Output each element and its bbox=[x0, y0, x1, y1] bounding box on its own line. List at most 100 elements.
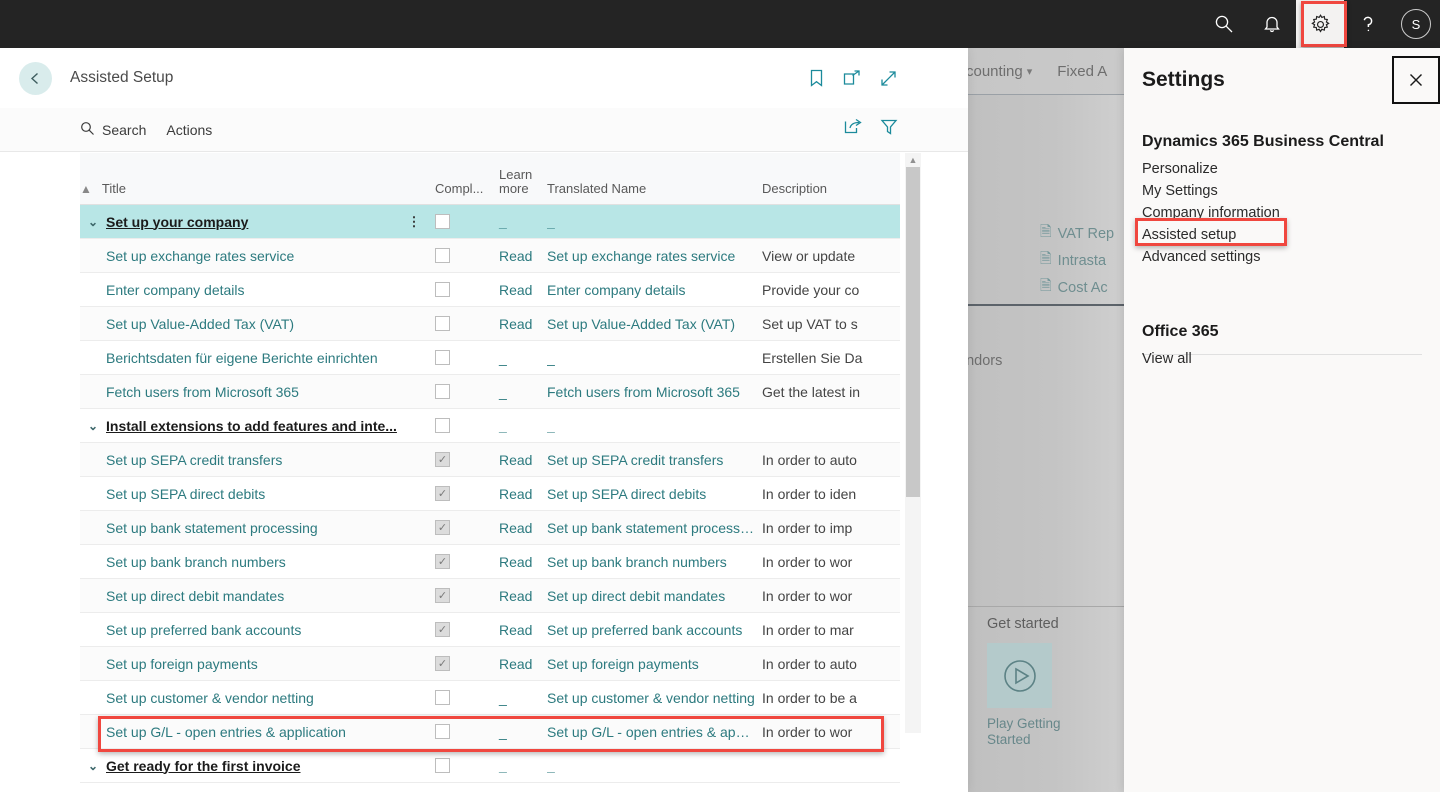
scrollbar-thumb[interactable] bbox=[906, 167, 920, 497]
row-title-link[interactable]: Set up bank branch numbers bbox=[106, 554, 286, 570]
checkbox-unchecked[interactable] bbox=[435, 724, 450, 739]
table-row[interactable]: ⌄Set up your company⋮__ bbox=[80, 205, 900, 239]
chevron-down-icon[interactable]: ⌄ bbox=[80, 759, 106, 773]
cell-learn-more[interactable]: Read bbox=[499, 622, 547, 638]
cell-completed bbox=[435, 350, 499, 365]
expand-icon[interactable] bbox=[877, 67, 899, 89]
settings-item-company-information[interactable]: Company information bbox=[1142, 202, 1384, 224]
checkbox-checked[interactable]: ✓ bbox=[435, 588, 450, 603]
cell-completed bbox=[435, 418, 499, 433]
cell-learn-more[interactable]: Read bbox=[499, 282, 547, 298]
row-title-link[interactable]: Set up your company bbox=[106, 214, 248, 230]
settings-item-personalize[interactable]: Personalize bbox=[1142, 158, 1384, 180]
settings-section-office365: Office 365 View all bbox=[1142, 323, 1218, 370]
cell-learn-more[interactable]: Read bbox=[499, 248, 547, 264]
table-row[interactable]: Set up customer & vendor netting_Set up … bbox=[80, 681, 900, 715]
table-row[interactable]: Set up Value-Added Tax (VAT)ReadSet up V… bbox=[80, 307, 900, 341]
checkbox-unchecked[interactable] bbox=[435, 282, 450, 297]
row-title-link[interactable]: Install extensions to add features and i… bbox=[106, 418, 397, 434]
cell-learn-more[interactable]: Read bbox=[499, 554, 547, 570]
checkbox-checked[interactable]: ✓ bbox=[435, 520, 450, 535]
row-title-link[interactable]: Set up preferred bank accounts bbox=[106, 622, 301, 638]
checkbox-checked[interactable]: ✓ bbox=[435, 486, 450, 501]
chevron-down-icon[interactable]: ⌄ bbox=[80, 419, 106, 433]
column-header-completed[interactable]: Compl... bbox=[435, 181, 499, 204]
row-context-menu-icon[interactable]: ⋮ bbox=[405, 219, 423, 225]
row-title-link[interactable]: Set up SEPA credit transfers bbox=[106, 452, 282, 468]
row-title-link[interactable]: Set up SEPA direct debits bbox=[106, 486, 265, 502]
search-icon[interactable] bbox=[1200, 0, 1248, 48]
help-question-icon[interactable] bbox=[1344, 0, 1392, 48]
table-row[interactable]: ⌄Get ready for the first invoice__ bbox=[80, 749, 900, 783]
table-row[interactable]: Set up bank branch numbers✓ReadSet up ba… bbox=[80, 545, 900, 579]
table-row[interactable]: Set up foreign payments✓ReadSet up forei… bbox=[80, 647, 900, 681]
ascending-caret-icon[interactable]: ▲ bbox=[80, 183, 92, 196]
column-header-description[interactable]: Description bbox=[762, 181, 900, 204]
column-header-title[interactable]: ▲ Title bbox=[80, 181, 435, 204]
row-title-link[interactable]: Set up direct debit mandates bbox=[106, 588, 284, 604]
chevron-down-icon[interactable]: ⌄ bbox=[80, 215, 106, 229]
table-row[interactable]: ⌄Install extensions to add features and … bbox=[80, 409, 900, 443]
back-arrow-icon[interactable] bbox=[19, 62, 52, 95]
table-row[interactable]: Set up G/L - open entries & application_… bbox=[80, 715, 900, 749]
bookmark-icon[interactable] bbox=[805, 67, 827, 89]
cell-learn-more[interactable]: Read bbox=[499, 656, 547, 672]
gear-icon[interactable] bbox=[1296, 0, 1344, 48]
row-title-link[interactable]: Set up bank statement processing bbox=[106, 520, 318, 536]
row-title-link[interactable]: Enter company details bbox=[106, 282, 245, 298]
table-row[interactable]: Enter company detailsReadEnter company d… bbox=[80, 273, 900, 307]
table-row[interactable]: Set up SEPA credit transfers✓ReadSet up … bbox=[80, 443, 900, 477]
play-getting-started-link[interactable]: Play Getting Started bbox=[987, 716, 1067, 748]
row-title-link[interactable]: Set up exchange rates service bbox=[106, 248, 294, 264]
page-title: Assisted Setup bbox=[70, 69, 173, 87]
cell-learn-more[interactable]: Read bbox=[499, 588, 547, 604]
checkbox-unchecked[interactable] bbox=[435, 384, 450, 399]
table-row[interactable]: Set up bank statement processing✓ReadSet… bbox=[80, 511, 900, 545]
checkbox-unchecked[interactable] bbox=[435, 690, 450, 705]
row-title-link[interactable]: Set up customer & vendor netting bbox=[106, 690, 314, 706]
table-vertical-scrollbar[interactable]: ▲ bbox=[905, 153, 921, 733]
open-in-new-window-icon[interactable] bbox=[841, 67, 863, 89]
table-row[interactable]: Berichtsdaten für eigene Berichte einric… bbox=[80, 341, 900, 375]
checkbox-unchecked[interactable] bbox=[435, 758, 450, 773]
checkbox-unchecked[interactable] bbox=[435, 316, 450, 331]
checkbox-checked[interactable]: ✓ bbox=[435, 452, 450, 467]
close-icon[interactable] bbox=[1392, 56, 1440, 104]
search-button[interactable]: Search bbox=[80, 121, 146, 139]
column-header-learn-more[interactable]: Learn more bbox=[499, 168, 547, 204]
table-row[interactable]: Set up exchange rates serviceReadSet up … bbox=[80, 239, 900, 273]
filter-funnel-icon[interactable] bbox=[880, 118, 898, 141]
column-header-translated-name[interactable]: Translated Name bbox=[547, 181, 762, 204]
row-title-link[interactable]: Get ready for the first invoice bbox=[106, 758, 301, 774]
notification-bell-icon[interactable] bbox=[1248, 0, 1296, 48]
cell-translated-name: Set up customer & vendor netting bbox=[547, 690, 762, 706]
checkbox-unchecked[interactable] bbox=[435, 350, 450, 365]
settings-item-view-all[interactable]: View all bbox=[1142, 348, 1218, 370]
checkbox-unchecked[interactable] bbox=[435, 214, 450, 229]
cell-learn-more[interactable]: Read bbox=[499, 452, 547, 468]
cell-learn-more[interactable]: Read bbox=[499, 486, 547, 502]
actions-menu-button[interactable]: Actions bbox=[166, 122, 212, 138]
scroll-up-arrow-icon[interactable]: ▲ bbox=[905, 153, 921, 167]
settings-item-my-settings[interactable]: My Settings bbox=[1142, 180, 1384, 202]
row-title-link[interactable]: Set up foreign payments bbox=[106, 656, 258, 672]
row-title-link[interactable]: Berichtsdaten für eigene Berichte einric… bbox=[106, 350, 378, 366]
open-in-excel-icon[interactable] bbox=[844, 118, 863, 141]
row-title-link[interactable]: Set up G/L - open entries & application bbox=[106, 724, 346, 740]
row-title-link[interactable]: Set up Value-Added Tax (VAT) bbox=[106, 316, 294, 332]
settings-item-advanced-settings[interactable]: Advanced settings bbox=[1142, 246, 1384, 268]
table-row[interactable]: Set up SEPA direct debits✓ReadSet up SEP… bbox=[80, 477, 900, 511]
checkbox-checked[interactable]: ✓ bbox=[435, 554, 450, 569]
settings-item-assisted-setup[interactable]: Assisted setup bbox=[1142, 224, 1384, 246]
checkbox-unchecked[interactable] bbox=[435, 248, 450, 263]
row-title-link[interactable]: Fetch users from Microsoft 365 bbox=[106, 384, 299, 400]
table-row[interactable]: Fetch users from Microsoft 365_Fetch use… bbox=[80, 375, 900, 409]
checkbox-unchecked[interactable] bbox=[435, 418, 450, 433]
cell-learn-more[interactable]: Read bbox=[499, 316, 547, 332]
table-row[interactable]: Set up preferred bank accounts✓ReadSet u… bbox=[80, 613, 900, 647]
avatar[interactable]: S bbox=[1392, 0, 1440, 48]
checkbox-checked[interactable]: ✓ bbox=[435, 656, 450, 671]
checkbox-checked[interactable]: ✓ bbox=[435, 622, 450, 637]
table-row[interactable]: Set up direct debit mandates✓ReadSet up … bbox=[80, 579, 900, 613]
cell-learn-more[interactable]: Read bbox=[499, 520, 547, 536]
